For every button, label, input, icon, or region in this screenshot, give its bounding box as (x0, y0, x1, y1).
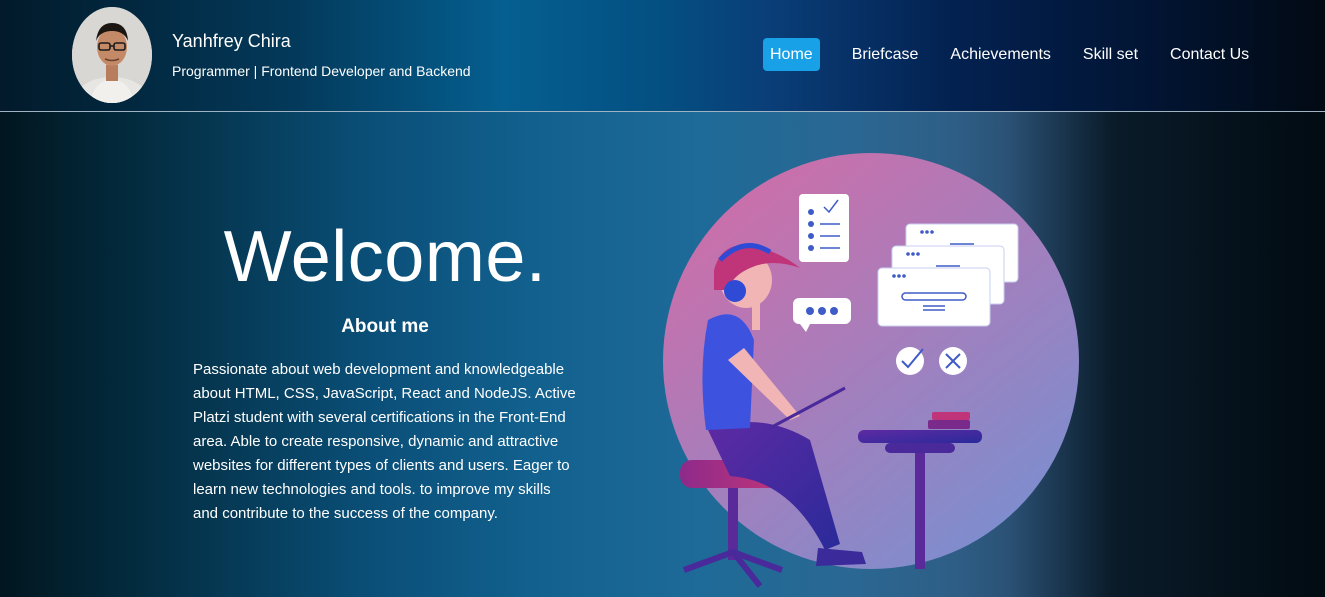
avatar-photo (72, 7, 152, 103)
check-circle-icon (896, 347, 924, 375)
close-circle-icon (939, 347, 967, 375)
main-nav: Home Briefcase Achievements Skill set Co… (763, 38, 1256, 71)
nav-home[interactable]: Home (763, 38, 820, 71)
developer-illustration (663, 153, 1079, 588)
nav-achievements[interactable]: Achievements (943, 38, 1058, 71)
site-owner-name: Yanhfrey Chira (172, 31, 291, 51)
welcome-title: Welcome. (223, 217, 547, 297)
site-header: Yanhfrey Chira Programmer | Frontend Dev… (0, 0, 1325, 112)
checklist-icon (799, 194, 849, 262)
about-title: About me (341, 316, 429, 337)
avatar (72, 7, 152, 103)
site-owner-subtitle: Programmer | Frontend Developer and Back… (172, 63, 471, 79)
about-text: Passionate about web development and kno… (193, 361, 576, 522)
nav-briefcase[interactable]: Briefcase (845, 38, 926, 71)
nav-skill-set[interactable]: Skill set (1076, 38, 1145, 71)
nav-contact-us[interactable]: Contact Us (1163, 38, 1256, 71)
